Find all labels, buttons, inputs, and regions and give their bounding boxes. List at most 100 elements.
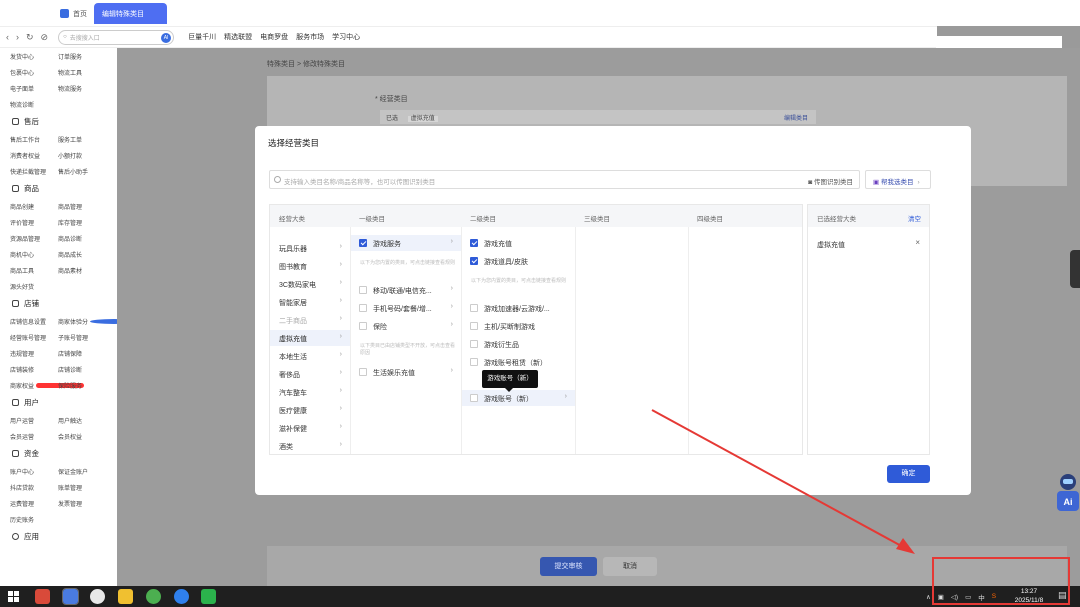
cancel-button[interactable]: 取消: [603, 557, 657, 576]
tab-edit-category[interactable]: 编辑特殊类目: [94, 3, 167, 24]
sidebar-link[interactable]: 发票管理: [58, 499, 106, 508]
ai-assistant-icon[interactable]: Ai: [1054, 472, 1080, 514]
category-checkbox-option[interactable]: 游戏充值: [462, 235, 575, 251]
checkbox-checked[interactable]: [359, 239, 367, 247]
back-icon[interactable]: ‹: [6, 32, 9, 43]
sidebar-link[interactable]: 快递拦截管理: [10, 167, 58, 176]
sidebar-link[interactable]: 服务工单: [58, 135, 106, 144]
category-checkbox-option[interactable]: 游戏衍生品: [462, 336, 575, 352]
remove-icon[interactable]: ×: [915, 238, 920, 247]
sidebar-link[interactable]: 商品工具: [10, 266, 58, 275]
sidebar-link[interactable]: 包裹中心: [10, 68, 58, 77]
sidebar-link[interactable]: 经营账号管理: [10, 333, 58, 342]
sidebar-link[interactable]: 商家权益: [10, 381, 85, 390]
forward-icon[interactable]: ›: [16, 32, 19, 43]
category-checkbox-option[interactable]: 手机号码/套餐/增... ›: [351, 300, 461, 316]
category-option[interactable]: 图书教育 ›: [270, 258, 350, 274]
category-checkbox-option[interactable]: 生活娱乐充值 ›: [351, 364, 461, 380]
category-option[interactable]: 二手商品 ›: [270, 312, 350, 328]
sidebar-link[interactable]: 资源品管理: [10, 234, 58, 243]
sidebar-link[interactable]: 保证金账户: [58, 467, 106, 476]
sidebar-section-product[interactable]: 商品: [12, 179, 117, 198]
sidebar-link[interactable]: 库存管理: [58, 218, 106, 227]
sidebar-section-apps[interactable]: 应用: [12, 527, 117, 546]
edit-category-link[interactable]: 编辑类目: [784, 113, 808, 122]
category-option[interactable]: 玩具乐器 ›: [270, 240, 350, 256]
sidebar-link[interactable]: 物流工具: [58, 68, 106, 77]
category-option[interactable]: 医疗健康 ›: [270, 402, 350, 418]
category-checkbox-option[interactable]: 保险 ›: [351, 318, 461, 334]
sidebar-link[interactable]: 保险服务: [58, 381, 106, 390]
category-option[interactable]: 智能家居 ›: [270, 294, 350, 310]
sidebar-link[interactable]: 会员运营: [10, 432, 58, 441]
sidebar-link[interactable]: 源头好货: [10, 282, 58, 291]
top-link[interactable]: 学习中心: [332, 32, 360, 42]
checkbox[interactable]: [359, 322, 367, 330]
image-recognize-button[interactable]: ◙ 传图识别类目: [808, 176, 853, 186]
checkbox[interactable]: [470, 304, 478, 312]
checkbox[interactable]: [470, 358, 478, 366]
sidebar-link[interactable]: 用户触达: [58, 416, 106, 425]
category-checkbox-option[interactable]: 游戏加速器/云游戏/...: [462, 300, 575, 316]
global-search-input[interactable]: ○ 去搜搜入口 AI: [58, 29, 175, 45]
category-checkbox-option[interactable]: 主机/买断制游戏: [462, 318, 575, 334]
sidebar-link[interactable]: 发货中心: [10, 52, 58, 61]
category-checkbox-option-hover[interactable]: 游戏账号（新） ›: [462, 390, 575, 406]
sidebar-link[interactable]: 商机中心: [10, 250, 58, 259]
ai-search-button[interactable]: AI: [161, 32, 172, 43]
side-drawer-handle[interactable]: [1070, 250, 1080, 288]
category-option[interactable]: 本地生活 ›: [270, 348, 350, 364]
sidebar-link[interactable]: 店铺保障: [58, 349, 106, 358]
sidebar-link[interactable]: 抖店贷款: [10, 483, 58, 492]
sidebar-link[interactable]: 账户中心: [10, 467, 58, 476]
sidebar-link[interactable]: 商品创建: [10, 202, 58, 211]
sidebar-link[interactable]: 评价管理: [10, 218, 58, 227]
sidebar-section-shop[interactable]: 店铺: [12, 294, 117, 313]
checkbox-checked[interactable]: [470, 239, 478, 247]
sidebar-link[interactable]: 违规管理: [10, 349, 58, 358]
checkbox[interactable]: [470, 394, 478, 402]
sidebar-section-user[interactable]: 用户: [12, 393, 117, 412]
category-option[interactable]: 滋补保健 ›: [270, 420, 350, 436]
app-avatar-icon[interactable]: [35, 589, 50, 604]
sidebar-link[interactable]: 电子面单: [10, 84, 58, 93]
sidebar-link[interactable]: 用户运营: [10, 416, 58, 425]
sidebar-link[interactable]: 商品成长: [58, 250, 106, 259]
category-option[interactable]: 3C数码家电 ›: [270, 276, 350, 292]
category-checkbox-option[interactable]: 游戏服务 ›: [351, 235, 461, 251]
sidebar-link[interactable]: 历史账务: [10, 515, 58, 524]
sidebar-link[interactable]: 运费管理: [10, 499, 58, 508]
notes-icon[interactable]: [118, 589, 133, 604]
sidebar-link[interactable]: 店铺诊断: [58, 365, 106, 374]
link-icon[interactable]: ⊘: [41, 32, 49, 43]
sidebar-link[interactable]: 商品素材: [58, 266, 106, 275]
checkbox[interactable]: [359, 304, 367, 312]
sidebar-link[interactable]: 售后工作台: [10, 135, 58, 144]
top-link[interactable]: 电商罗盘: [260, 32, 288, 42]
sidebar-link[interactable]: 商家体验分: [58, 317, 139, 326]
sidebar-link[interactable]: 物流诊断: [10, 100, 58, 109]
wechat-icon[interactable]: [201, 589, 216, 604]
sidebar-link[interactable]: 店铺装修: [10, 365, 58, 374]
sidebar-link[interactable]: 商品诊断: [58, 234, 106, 243]
category-option[interactable]: 酒类 ›: [270, 438, 350, 454]
sidebar-link[interactable]: 小额打款: [58, 151, 106, 160]
top-link[interactable]: 服务市场: [296, 32, 324, 42]
sidebar-link[interactable]: 会员权益: [58, 432, 106, 441]
sidebar-link[interactable]: 商品管理: [58, 202, 106, 211]
category-option[interactable]: 奢侈品 ›: [270, 366, 350, 382]
sidebar-section-funds[interactable]: 资金: [12, 444, 117, 463]
checkbox-checked[interactable]: [470, 257, 478, 265]
category-option[interactable]: 汽车整车 ›: [270, 384, 350, 400]
clear-button[interactable]: 清空: [908, 213, 921, 223]
sidebar-link[interactable]: 消费者权益: [10, 151, 58, 160]
chevron-up-icon[interactable]: ∧: [926, 593, 931, 601]
category-checkbox-option[interactable]: 游戏道具/皮肤: [462, 253, 575, 269]
top-link[interactable]: 巨量千川: [188, 32, 216, 42]
sidebar-link[interactable]: 订单服务: [58, 52, 106, 61]
sidebar-link[interactable]: 物流服务: [58, 84, 106, 93]
sidebar-link[interactable]: 子账号管理: [58, 333, 106, 342]
browser-icon[interactable]: [174, 589, 189, 604]
doudian-app-icon[interactable]: [62, 588, 79, 605]
category-search-input[interactable]: 支持输入类目名称/商品名称等，也可以传图识别类目 ◙ 传图识别类目: [269, 170, 860, 189]
